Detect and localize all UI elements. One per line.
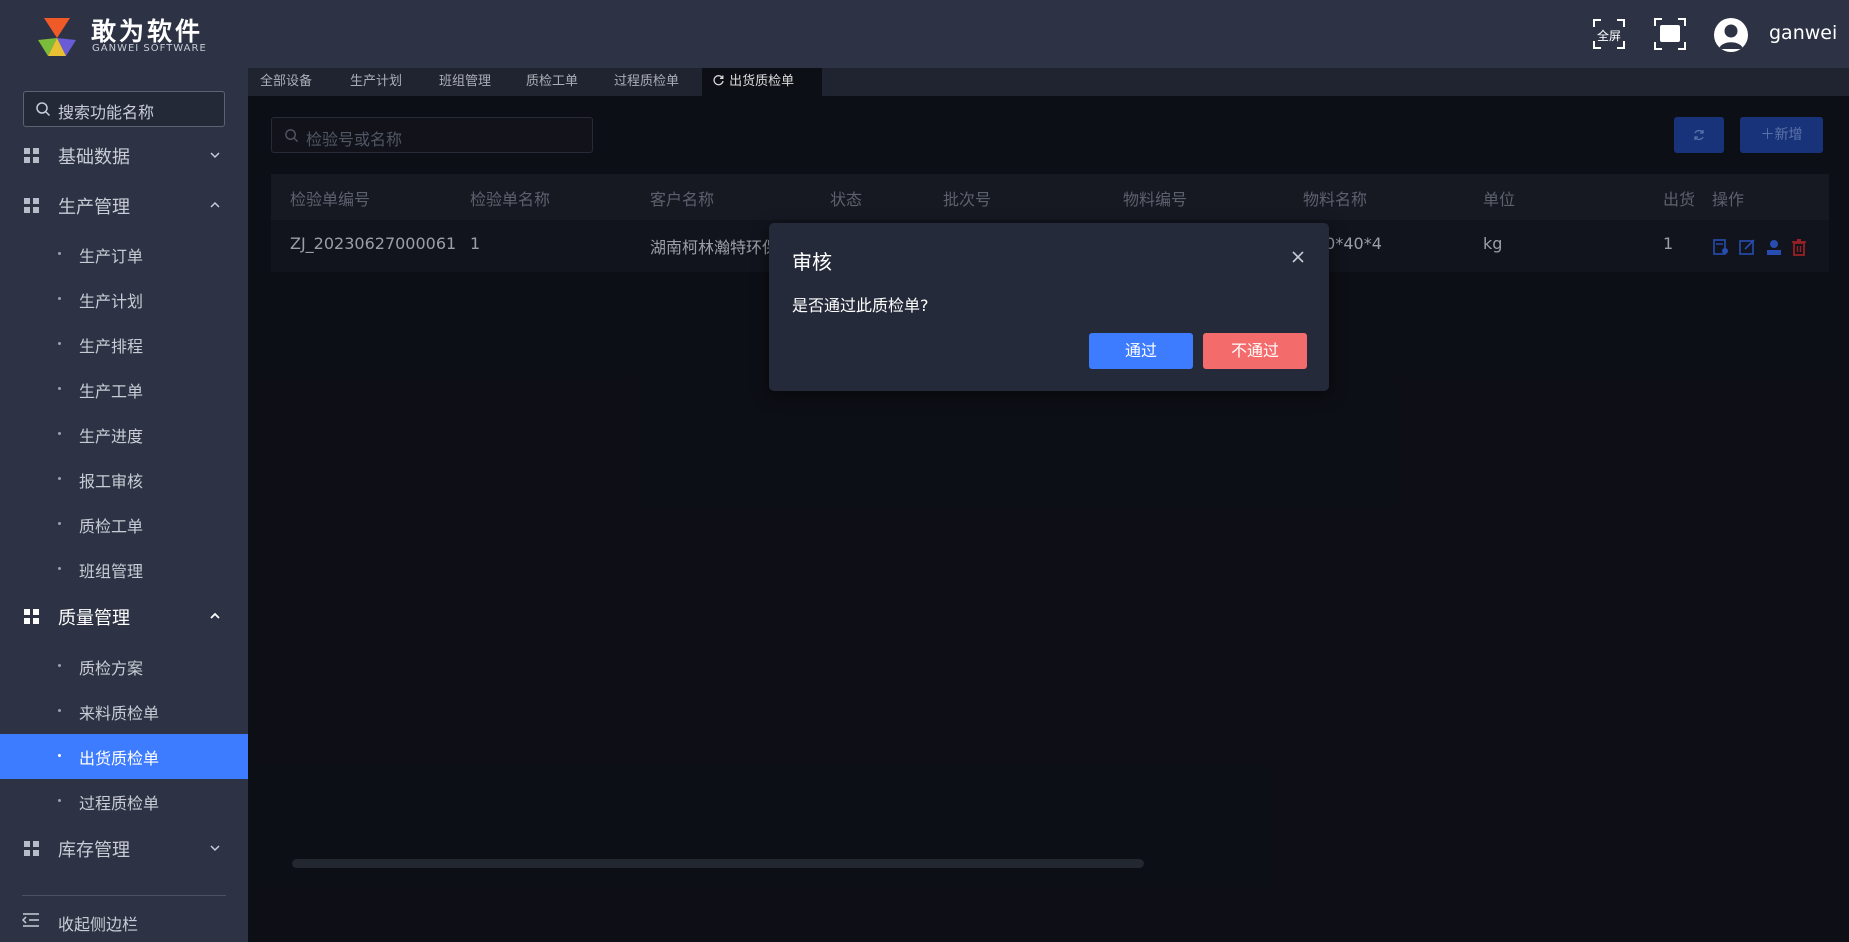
- bullet-icon: [58, 709, 61, 712]
- collapse-sidebar-label: 收起侧边栏: [58, 915, 139, 934]
- sidebar-item-label: 过程质检单: [79, 794, 160, 813]
- sidebar-item-label: 生产排程: [79, 337, 144, 356]
- bullet-icon: [58, 522, 61, 525]
- screen-mode-button[interactable]: [1654, 18, 1686, 50]
- grid-icon: [24, 609, 39, 624]
- search-icon: [36, 102, 51, 117]
- pass-button[interactable]: 通过: [1089, 333, 1193, 369]
- username[interactable]: ganwei: [1769, 22, 1837, 44]
- chevron-up-icon: [210, 612, 220, 619]
- sidebar-search-input[interactable]: 搜索功能名称: [23, 91, 225, 127]
- ganwei-logo: [38, 18, 76, 56]
- sidebar-item-incoming-inspection[interactable]: 来料质检单: [0, 689, 248, 734]
- sidebar-item-label: 生产计划: [79, 292, 144, 311]
- sidebar-item-production-plan[interactable]: 生产计划: [0, 277, 248, 322]
- chevron-up-icon: [210, 201, 220, 208]
- menu-group-inventory[interactable]: 库存管理: [0, 826, 248, 870]
- app-header: 敢为软件 GANWEI SOFTWARE 全屏 ganwei: [0, 0, 1849, 68]
- sidebar-divider: [22, 895, 226, 896]
- sidebar-item-work-order[interactable]: 生产工单: [0, 367, 248, 412]
- collapse-sidebar-button[interactable]: 收起侧边栏: [0, 904, 248, 940]
- modal-overlay: [248, 68, 1849, 942]
- bullet-icon: [58, 477, 61, 480]
- sidebar-item-production-schedule[interactable]: 生产排程: [0, 322, 248, 367]
- menu-group-quality[interactable]: 质量管理: [0, 594, 248, 638]
- chevron-down-icon: [210, 152, 220, 159]
- sidebar-item-label: 报工审核: [79, 472, 144, 491]
- sidebar-item-label: 质检工单: [79, 517, 144, 536]
- menu-group-label: 库存管理: [58, 840, 130, 861]
- collapse-menu-icon: [22, 913, 39, 927]
- close-icon[interactable]: [1290, 249, 1306, 265]
- menu-group-basic-data[interactable]: 基础数据: [0, 133, 248, 177]
- reject-button[interactable]: 不通过: [1203, 333, 1307, 369]
- sidebar-item-label: 班组管理: [79, 562, 144, 581]
- bullet-icon: [58, 432, 61, 435]
- chevron-down-icon: [210, 845, 220, 852]
- sidebar-item-label: 生产工单: [79, 382, 144, 401]
- sidebar-item-team-management[interactable]: 班组管理: [0, 547, 248, 592]
- grid-icon: [24, 148, 39, 163]
- sidebar-item-inspection-plan[interactable]: 质检方案: [0, 644, 248, 689]
- grid-icon: [24, 841, 39, 856]
- bullet-icon: [58, 664, 61, 667]
- screen-icon: [1660, 25, 1680, 42]
- sidebar-search-placeholder: 搜索功能名称: [58, 103, 155, 122]
- dialog-title: 审核: [792, 250, 832, 274]
- user-icon: [1719, 24, 1743, 49]
- bullet-icon: [58, 754, 61, 757]
- brand-subtitle: GANWEI SOFTWARE: [92, 43, 207, 54]
- sidebar: 搜索功能名称 基础数据 生产管理 生产订单 生产计划 生产排程 生产工单 生产进…: [0, 68, 248, 942]
- grid-icon: [24, 198, 39, 213]
- sidebar-item-label: 生产订单: [79, 247, 144, 266]
- audit-dialog: 审核 是否通过此质检单? 通过 不通过: [769, 223, 1329, 391]
- bullet-icon: [58, 567, 61, 570]
- bullet-icon: [58, 387, 61, 390]
- dialog-message: 是否通过此质检单?: [792, 296, 929, 315]
- sidebar-item-process-inspection[interactable]: 过程质检单: [0, 779, 248, 824]
- sidebar-item-report-review[interactable]: 报工审核: [0, 457, 248, 502]
- menu-group-label: 质量管理: [58, 608, 130, 629]
- bullet-icon: [58, 252, 61, 255]
- sidebar-item-production-order[interactable]: 生产订单: [0, 232, 248, 277]
- sidebar-item-label: 生产进度: [79, 427, 144, 446]
- bullet-icon: [58, 799, 61, 802]
- menu-group-label: 基础数据: [58, 147, 130, 168]
- sidebar-item-production-progress[interactable]: 生产进度: [0, 412, 248, 457]
- sidebar-item-label: 出货质检单: [79, 749, 160, 768]
- menu-group-label: 生产管理: [58, 197, 130, 218]
- bullet-icon: [58, 342, 61, 345]
- menu-group-production[interactable]: 生产管理: [0, 183, 248, 227]
- sidebar-item-inspection-order[interactable]: 质检工单: [0, 502, 248, 547]
- sidebar-item-label: 质检方案: [79, 659, 144, 678]
- sidebar-item-shipment-inspection[interactable]: 出货质检单: [0, 734, 248, 779]
- sidebar-item-label: 来料质检单: [79, 704, 160, 723]
- avatar[interactable]: [1714, 18, 1748, 52]
- bullet-icon: [58, 297, 61, 300]
